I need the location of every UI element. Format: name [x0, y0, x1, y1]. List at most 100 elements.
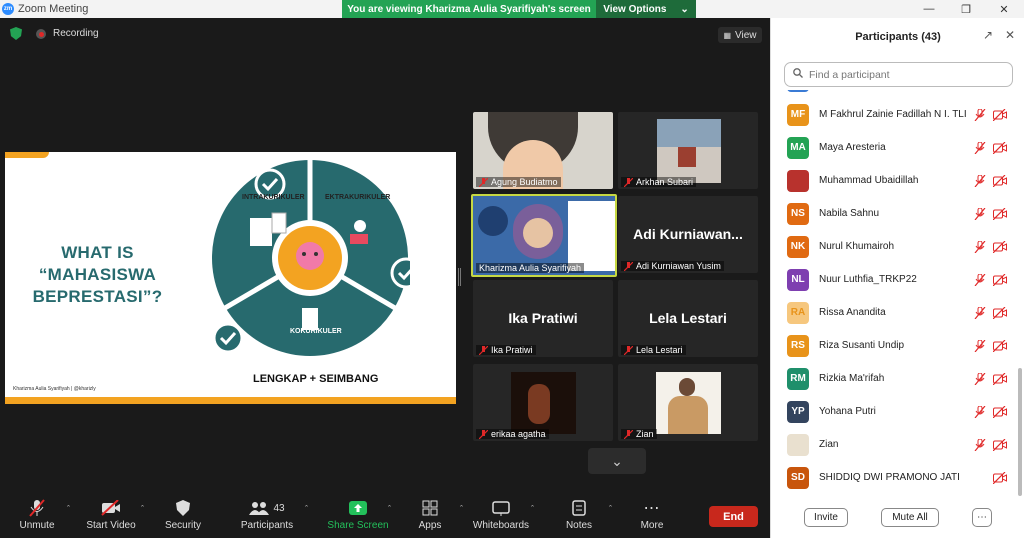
pop-out-icon[interactable]: ↗ [983, 28, 993, 42]
mic-muted-icon [974, 405, 986, 418]
video-tile-label: Zian [621, 429, 657, 439]
participant-name: Rizkia Ma'rifah [819, 373, 885, 384]
video-tile[interactable]: Zian [618, 364, 758, 441]
split-drag-handle[interactable] [458, 268, 461, 286]
video-off-icon [993, 438, 1007, 451]
avatar: RS [787, 334, 809, 357]
video-off-icon [993, 108, 1007, 121]
mic-muted-icon [478, 177, 489, 187]
mute-all-button[interactable]: Mute All [881, 508, 939, 527]
participant-row[interactable]: RM Rizkia Ma'rifah [771, 362, 1021, 395]
participant-name: Nuur Luthfia_TRKP22 [819, 274, 917, 285]
participant-row[interactable]: SD SHIDDIQ DWI PRAMONO JATI [771, 461, 1021, 494]
restore-icon[interactable]: ❐ [951, 0, 981, 18]
shared-screen: WHAT IS “MAHASISWA BEPRESTASI”? INTRAKUR… [5, 152, 456, 404]
participant-row[interactable]: Zian [771, 428, 1021, 461]
video-tile[interactable]: erikaa agatha [473, 364, 613, 441]
participant-row[interactable]: YP Yohana Putri [771, 395, 1021, 428]
security-button[interactable]: Security [148, 498, 218, 536]
gallery-scroll-down-button[interactable]: ⌄ [588, 448, 646, 474]
participant-row[interactable]: RA Rissa Anandita [771, 296, 1021, 329]
chevron-up-icon[interactable]: ˆ [305, 504, 308, 514]
mic-muted-icon [478, 345, 489, 355]
mic-muted-icon [623, 261, 634, 271]
avatar: RA [787, 301, 809, 324]
slide-bottom-bar [5, 397, 456, 404]
video-tile[interactable]: Arkhan Subari [618, 112, 758, 189]
unmute-button[interactable]: Unmute ˆ [2, 498, 72, 536]
invite-button[interactable]: Invite [804, 508, 848, 527]
participant-name: Zian [819, 439, 839, 450]
participant-name: Nurul Khumairoh [819, 241, 895, 252]
close-icon[interactable]: ✕ [1005, 28, 1015, 42]
apps-icon [420, 498, 440, 518]
apps-button[interactable]: Apps ˆ [395, 498, 465, 536]
participants-button[interactable]: 43 Participants [232, 498, 302, 536]
video-tile[interactable]: Ika Pratiwi Ika Pratiwi [473, 280, 613, 357]
participant-row[interactable]: MA Maya Aresteria [771, 131, 1021, 164]
grid-view-icon: ▦ [723, 30, 732, 40]
chevron-up-icon[interactable]: ˆ [609, 504, 612, 514]
mic-muted-icon [974, 108, 986, 121]
zoom-logo-icon: zm [2, 3, 14, 15]
slide-corner-decoration [5, 152, 49, 158]
view-options-label: View Options [603, 3, 667, 15]
end-meeting-button[interactable]: End [709, 506, 758, 527]
whiteboards-button[interactable]: Whiteboards ˆ [466, 498, 536, 536]
participant-name: Rissa Anandita [819, 307, 886, 318]
viewing-message: You are viewing Kharizma Aulia Syarifiya… [342, 0, 596, 18]
participant-list-scrollbar[interactable] [1018, 368, 1022, 496]
participant-name-display: Lela Lestari [649, 310, 727, 326]
viewing-banner: You are viewing Kharizma Aulia Syarifiya… [342, 0, 696, 18]
share-screen-button[interactable]: Share Screen ˆ [323, 498, 393, 536]
participant-list[interactable]: MF M Fakhrul Zainie Fadillah N I. TLI MA Ma… [771, 90, 1021, 500]
segment-kokurikuler: KOKURIKULER [290, 328, 342, 335]
participant-row[interactable]: NL Nuur Luthfia_TRKP22 [771, 263, 1021, 296]
chevron-up-icon[interactable]: ˆ [460, 504, 463, 514]
view-button[interactable]: ▦ View [718, 27, 762, 43]
avatar [787, 90, 809, 92]
minimize-icon[interactable]: — [914, 0, 944, 18]
mic-muted-icon [974, 273, 986, 286]
video-tile-label: Arkhan Subari [621, 177, 697, 187]
chevron-up-icon[interactable]: ˆ [141, 504, 144, 514]
mic-muted-icon [974, 438, 986, 451]
notes-button[interactable]: Notes ˆ [544, 498, 614, 536]
video-tile[interactable]: Lela Lestari Lela Lestari [618, 280, 758, 357]
avatar [787, 433, 809, 456]
shield-icon[interactable] [10, 27, 22, 40]
participant-row[interactable]: NK Nurul Khumairoh [771, 230, 1021, 263]
slide-credit: Kharizma Aulia Syarifiyah | @kharizly [13, 386, 96, 392]
mic-muted-icon [623, 177, 634, 187]
chevron-down-icon: ⌄ [611, 452, 623, 469]
participant-row[interactable]: NS Nabila Sahnu [771, 197, 1021, 230]
video-off-icon [993, 372, 1007, 385]
video-tile[interactable]: Adi Kurniawan... Adi Kurniawan Yusim [618, 196, 758, 273]
avatar: MF [787, 103, 809, 126]
close-window-icon[interactable]: ✕ [989, 0, 1019, 18]
participant-name-display: Ika Pratiwi [508, 310, 578, 326]
recording-icon[interactable] [36, 29, 46, 39]
mic-muted-icon [974, 240, 986, 253]
active-speaker-video-tile[interactable]: Kharizma Aulia Syarifiyah [471, 194, 617, 277]
more-options-button[interactable]: ⋯ [972, 508, 992, 527]
video-tile[interactable]: Agung Budiatmo [473, 112, 613, 189]
chevron-up-icon[interactable]: ˆ [388, 504, 391, 514]
meeting-toolbar: Unmute ˆ Start Video ˆ Security 43 Parti… [0, 494, 770, 538]
more-button[interactable]: ⋯ More [617, 498, 687, 536]
chevron-up-icon[interactable]: ˆ [531, 504, 534, 514]
participant-row[interactable]: RS Riza Susanti Undip [771, 329, 1021, 362]
mic-muted-icon [623, 345, 634, 355]
view-options-button[interactable]: View Options ⌄ [596, 0, 696, 18]
video-off-icon [993, 339, 1007, 352]
participant-row[interactable]: Muhammad Ubaidillah [771, 164, 1021, 197]
chevron-up-icon[interactable]: ˆ [67, 504, 70, 514]
participant-search-input[interactable]: Find a participant [784, 62, 1013, 87]
start-video-button[interactable]: Start Video ˆ [76, 498, 146, 536]
participant-row[interactable]: MF M Fakhrul Zainie Fadillah N I. TLI [771, 98, 1021, 131]
video-off-icon [993, 207, 1007, 220]
participants-count: 43 [273, 502, 285, 514]
mic-muted-icon [974, 207, 986, 220]
more-dots-icon: ⋯ [643, 500, 661, 517]
mic-muted-icon [478, 429, 489, 439]
